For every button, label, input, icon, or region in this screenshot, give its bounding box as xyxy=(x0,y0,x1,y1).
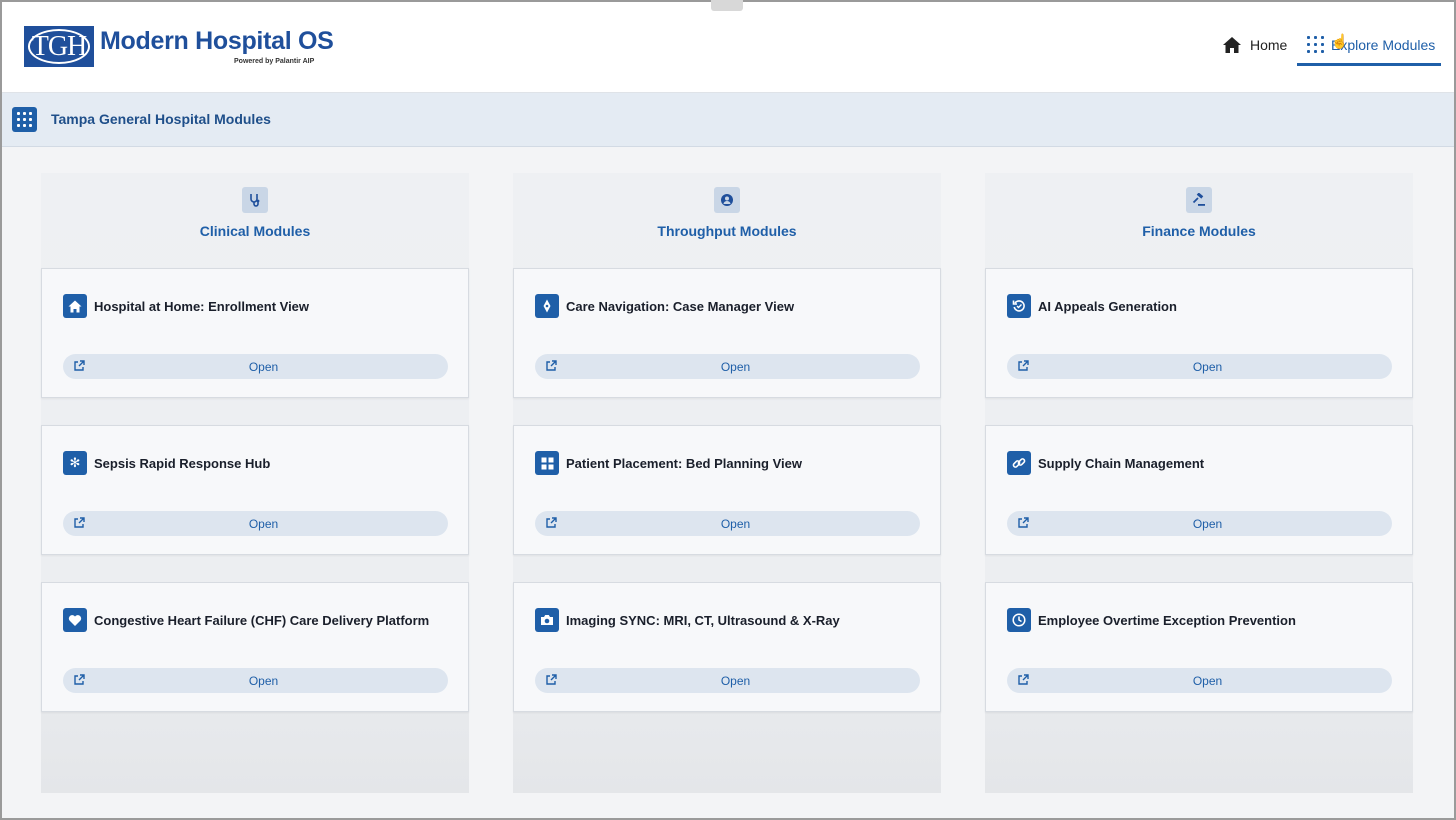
open-button-label: Open xyxy=(720,517,751,531)
module-title: AI Appeals Generation xyxy=(1038,299,1177,314)
throughput-modules-column: Throughput Modules Care Navigation: Case… xyxy=(513,173,941,793)
open-button[interactable]: Open xyxy=(535,354,920,379)
open-button-label: Open xyxy=(248,360,279,374)
open-button[interactable]: Open xyxy=(1007,511,1392,536)
column-title: Clinical Modules xyxy=(199,223,311,239)
open-button-label: Open xyxy=(720,674,751,688)
module-title: Imaging SYNC: MRI, CT, Ultrasound & X-Ra… xyxy=(566,613,840,628)
person-badge-icon xyxy=(714,187,740,213)
app-title: Modern Hospital OS xyxy=(100,27,334,55)
open-button[interactable]: Open xyxy=(63,668,448,693)
nav-home-label: Home xyxy=(1250,37,1288,53)
module-card: Employee Overtime Exception Prevention O… xyxy=(985,582,1413,712)
open-button-label: Open xyxy=(248,517,279,531)
module-card: Supply Chain Management Open xyxy=(985,425,1413,555)
mouse-cursor-icon: ☝ xyxy=(1331,33,1349,49)
module-title: Patient Placement: Bed Planning View xyxy=(566,456,802,471)
heart-icon xyxy=(63,608,87,632)
module-card: Congestive Heart Failure (CHF) Care Deli… xyxy=(41,582,469,712)
column-header: Finance Modules xyxy=(985,173,1413,268)
window-drag-handle[interactable] xyxy=(711,0,743,11)
open-button[interactable]: Open xyxy=(1007,668,1392,693)
open-button[interactable]: Open xyxy=(63,511,448,536)
open-button[interactable]: Open xyxy=(63,354,448,379)
module-title: Care Navigation: Case Manager View xyxy=(566,299,795,314)
module-title: Sepsis Rapid Response Hub xyxy=(94,456,271,471)
tgh-logo: TGH xyxy=(24,26,94,67)
module-title: Hospital at Home: Enrollment View xyxy=(94,299,310,314)
column-title: Throughput Modules xyxy=(657,223,797,239)
link-icon xyxy=(1007,451,1031,475)
module-card: Care Navigation: Case Manager View Open xyxy=(513,268,941,398)
modules-subheader: Tampa General Hospital Modules xyxy=(0,93,1456,147)
module-card: Imaging SYNC: MRI, CT, Ultrasound & X-Ra… xyxy=(513,582,941,712)
compass-icon xyxy=(535,294,559,318)
module-card: ✻ Sepsis Rapid Response Hub Open xyxy=(41,425,469,555)
open-button-label: Open xyxy=(720,360,751,374)
open-button[interactable]: Open xyxy=(535,668,920,693)
stethoscope-icon xyxy=(242,187,268,213)
house-icon xyxy=(63,294,87,318)
module-card: Hospital at Home: Enrollment View Open xyxy=(41,268,469,398)
module-card: Patient Placement: Bed Planning View Ope… xyxy=(513,425,941,555)
module-title: Employee Overtime Exception Prevention xyxy=(1038,613,1296,628)
module-card: AI Appeals Generation Open xyxy=(985,268,1413,398)
column-header: Clinical Modules xyxy=(41,173,469,268)
nav-explore-modules[interactable]: Explore Modules xyxy=(1297,26,1441,66)
column-title: Finance Modules xyxy=(1142,223,1256,239)
nav-home[interactable]: Home xyxy=(1222,33,1287,57)
open-button[interactable]: Open xyxy=(535,511,920,536)
open-button-label: Open xyxy=(1192,517,1223,531)
clinical-modules-column: Clinical Modules Hospital at Home: Enrol… xyxy=(41,173,469,793)
module-title: Supply Chain Management xyxy=(1038,456,1205,471)
open-button-label: Open xyxy=(1192,360,1223,374)
powered-by-text: Powered by Palantir AIP xyxy=(234,58,315,65)
grid-dots-icon xyxy=(1307,36,1324,53)
open-button[interactable]: Open xyxy=(1007,354,1392,379)
app-header: TGH Modern Hospital OS Powered by Palant… xyxy=(0,0,1456,93)
module-title: Congestive Heart Failure (CHF) Care Deli… xyxy=(94,613,430,628)
finance-modules-column: Finance Modules AI Appeals Generation Op… xyxy=(985,173,1413,793)
refresh-icon xyxy=(1007,294,1031,318)
snowflake-icon: ✻ xyxy=(63,451,87,475)
home-icon xyxy=(1223,37,1241,53)
open-button-label: Open xyxy=(1192,674,1223,688)
gavel-icon xyxy=(1186,187,1212,213)
page-title: Tampa General Hospital Modules xyxy=(51,111,271,127)
apps-grid-icon xyxy=(12,107,37,132)
grid-icon xyxy=(535,451,559,475)
column-header: Throughput Modules xyxy=(513,173,941,268)
clock-icon xyxy=(1007,608,1031,632)
camera-icon xyxy=(535,608,559,632)
open-button-label: Open xyxy=(248,674,279,688)
